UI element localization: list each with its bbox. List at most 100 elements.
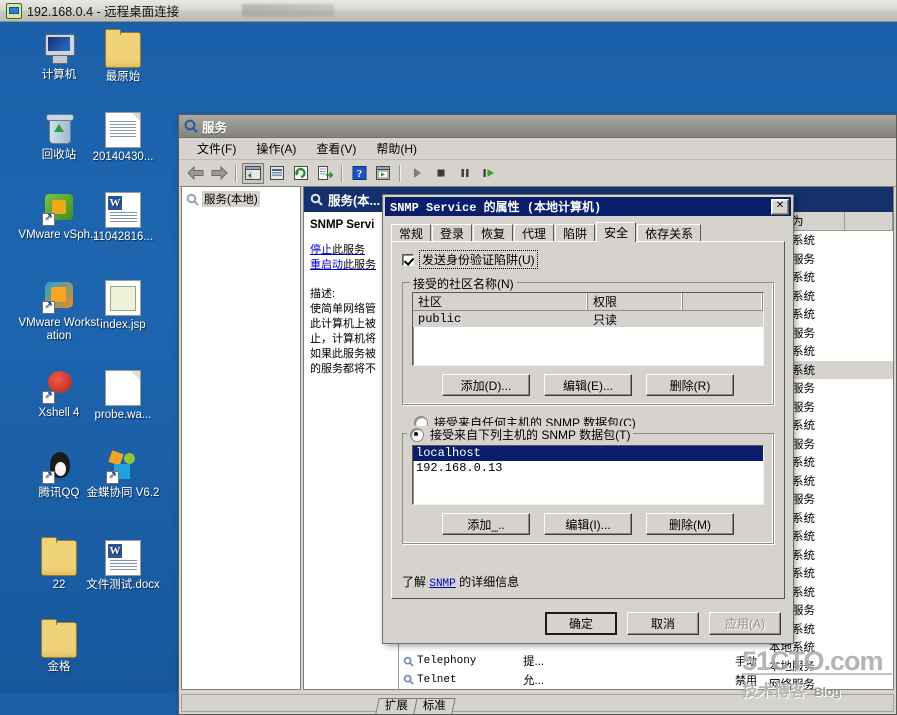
community-column-extra[interactable] <box>683 293 763 310</box>
host-list-item[interactable]: 192.168.0.13 <box>413 461 763 476</box>
help-button[interactable]: ? <box>348 163 370 184</box>
restart-service-link[interactable]: 重启动此服务 <box>310 258 393 273</box>
community-column-name[interactable]: 社区 <box>413 293 588 310</box>
close-icon[interactable]: ✕ <box>771 198 789 215</box>
community-edit-button[interactable]: 编辑(E)... <box>544 374 632 396</box>
host-list[interactable]: localhost 192.168.0.13 <box>412 445 764 505</box>
ok-button[interactable]: 确定 <box>545 611 617 635</box>
text-document-icon <box>105 112 141 148</box>
community-remove-button[interactable]: 删除(R) <box>646 374 734 396</box>
export-list-button[interactable] <box>314 163 336 184</box>
toolbar-separator <box>235 164 237 182</box>
host-list-item[interactable]: localhost <box>413 446 763 461</box>
snmp-tab-陷阱[interactable]: 陷阱 <box>555 224 596 241</box>
tree-item-services-local[interactable]: 服务(本地) <box>184 190 298 208</box>
services-tree-pane[interactable]: 服务(本地) <box>181 186 301 690</box>
snmp-dialog-title-bar[interactable]: SNMP Service 的属性 (本地计算机) ✕ <box>385 197 791 216</box>
word-document-icon: W <box>105 540 141 576</box>
tree-item-label: 服务(本地) <box>202 191 260 207</box>
snmp-tab-依存关系[interactable]: 依存关系 <box>637 224 702 241</box>
desktop-icon-label: 文件测试.docx <box>86 579 160 591</box>
community-row[interactable]: public 只读 <box>413 311 763 327</box>
accept-listed-hosts-radio[interactable] <box>410 427 424 442</box>
service-name-label: Telnet <box>417 673 457 686</box>
send-auth-trap-row[interactable]: 发送身份验证陷阱(U) <box>402 250 774 269</box>
send-auth-trap-checkbox[interactable] <box>402 253 414 266</box>
menu-help[interactable]: 帮助(H) <box>366 138 427 159</box>
back-button[interactable] <box>184 163 206 184</box>
column-header-extra[interactable] <box>845 212 893 230</box>
host-add-button[interactable]: 添加_.. <box>442 513 530 535</box>
learn-more-prefix: 了解 <box>402 575 430 589</box>
service-startup-cell: 禁用 <box>735 674 757 687</box>
snmp-security-tab-page: 发送身份验证陷阱(U) 接受的社区名称(N) 社区 权限 public 只读 添… <box>391 241 785 599</box>
community-list[interactable]: 社区 权限 public 只读 <box>412 292 764 366</box>
community-add-button[interactable]: 添加(D)... <box>442 374 530 396</box>
snmp-tab-安全[interactable]: 安全 <box>596 222 637 242</box>
pause-service-button[interactable] <box>454 163 476 184</box>
accept-listed-hosts-title-row[interactable]: 接受来自下列主机的 SNMP 数据包(T) <box>407 426 634 443</box>
services-status-bar <box>181 694 894 712</box>
services-menu-bar[interactable]: 文件(F) 操作(A) 查看(V) 帮助(H) <box>179 138 896 160</box>
snmp-tab-恢复[interactable]: 恢复 <box>473 224 514 241</box>
snmp-help-link[interactable]: SNMP <box>429 578 455 590</box>
desktop-icon[interactable]: W 文件测试.docx <box>80 540 166 592</box>
service-row[interactable]: Telnet 允... 禁用 <box>399 671 893 690</box>
host-edit-button[interactable]: 编辑(I)... <box>544 513 632 535</box>
desktop-icon-label: 11042816... <box>93 231 153 243</box>
tab-standard[interactable]: 标准 <box>413 698 456 714</box>
restart-service-button[interactable] <box>478 163 500 184</box>
services-bottom-rows[interactable]: Telephony 提... 手动 Telnet 允... 禁用 <box>399 652 893 689</box>
service-description-cell: 允... <box>523 674 545 687</box>
desktop-icon-label: 最原始 <box>105 71 141 83</box>
folder-icon <box>41 619 77 658</box>
host-remove-button[interactable]: 删除(M) <box>646 513 734 535</box>
properties-button[interactable] <box>266 163 288 184</box>
menu-file[interactable]: 文件(F) <box>187 138 246 159</box>
detail-description-line: 如果此服务被 <box>310 348 376 360</box>
desktop-icon[interactable]: probe.wa... <box>80 370 166 422</box>
cancel-button[interactable]: 取消 <box>627 611 699 635</box>
menu-action[interactable]: 操作(A) <box>246 138 306 159</box>
start-service-button[interactable] <box>406 163 428 184</box>
accept-listed-hosts-group: 接受来自下列主机的 SNMP 数据包(T) localhost 192.168.… <box>402 426 774 544</box>
community-list-header[interactable]: 社区 权限 <box>413 293 763 311</box>
stop-service-link[interactable]: 停止此服务 <box>310 243 393 258</box>
snmp-dialog-tabs[interactable]: 常规 登录 恢复 代理 陷阱 安全 依存关系 <box>385 216 791 242</box>
detail-description-line: 的服务都将不 <box>310 363 376 375</box>
service-gear-icon <box>403 675 414 686</box>
kingdee-icon <box>106 450 140 484</box>
services-toolbar[interactable]: ? <box>179 160 896 187</box>
rdp-title-ghost-text <box>242 4 334 17</box>
accept-listed-hosts-label: 接受来自下列主机的 SNMP 数据包(T) <box>430 428 631 442</box>
desktop-icon[interactable]: index.jsp <box>80 280 166 332</box>
snmp-tab-代理[interactable]: 代理 <box>514 224 555 241</box>
new-window-button[interactable] <box>372 163 394 184</box>
menu-view[interactable]: 查看(V) <box>306 138 366 159</box>
forward-button[interactable] <box>208 163 230 184</box>
snmp-tab-登录[interactable]: 登录 <box>432 224 473 241</box>
service-row[interactable]: Telephony 提... 手动 <box>399 652 893 671</box>
desktop-icon[interactable]: 金格 <box>16 619 102 674</box>
blank-file-icon <box>105 370 141 406</box>
folder-icon <box>105 29 141 68</box>
desktop-icon[interactable]: 20140430... <box>80 112 166 164</box>
tab-extended[interactable]: 扩展 <box>375 698 418 714</box>
service-name-label: Telephony <box>417 655 477 668</box>
desktop[interactable]: 计算机最原始回收站20140430...VMware vSph...W11042… <box>0 22 897 715</box>
services-view-tabs[interactable]: 扩展 标准 <box>375 698 456 714</box>
desktop-icon[interactable]: 最原始 <box>80 29 166 84</box>
snmp-properties-dialog[interactable]: SNMP Service 的属性 (本地计算机) ✕ 常规 登录 恢复 代理 陷阱 安全依… <box>382 194 794 644</box>
refresh-button[interactable] <box>290 163 312 184</box>
service-gear-icon <box>403 656 414 667</box>
recycle-bin-icon <box>42 112 76 146</box>
desktop-icon[interactable]: W 11042816... <box>80 192 166 244</box>
desktop-icon[interactable]: 金蝶协同 V6.2 <box>80 450 166 500</box>
stop-service-button[interactable] <box>430 163 452 184</box>
snmp-tab-常规[interactable]: 常规 <box>391 224 432 241</box>
xshell-icon <box>42 370 76 404</box>
community-cell-rights: 只读 <box>593 312 618 327</box>
show-hide-tree-button[interactable] <box>242 162 264 184</box>
community-column-rights[interactable]: 权限 <box>588 293 683 310</box>
services-title-bar[interactable]: 服务 <box>179 115 896 138</box>
